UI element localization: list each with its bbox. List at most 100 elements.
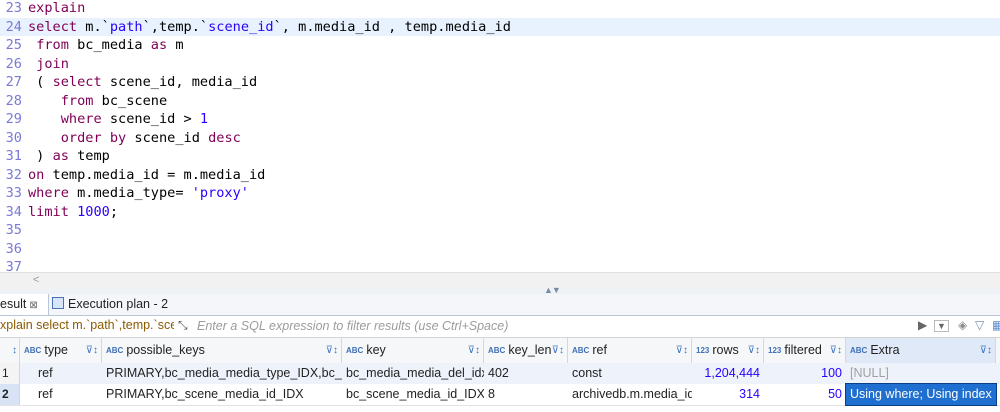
code-token: by [109, 129, 127, 146]
cell-rows[interactable]: 1,204,444 [692, 363, 764, 384]
table-row[interactable]: 1 ref PRIMARY,bc_media_media_type_IDX,bc… [0, 363, 1000, 384]
column-header-extra[interactable]: ABC Extra ⊽↕ [846, 338, 996, 363]
code-line[interactable]: 26 join [0, 55, 1000, 74]
results-grid[interactable]: ↕ ABC type ⊽↕ ABC possible_keys ⊽↕ ABC key ⊽↕ … [0, 338, 1000, 412]
filter-history-dropdown-icon[interactable]: ▼ [934, 320, 949, 332]
close-icon[interactable]: ⊠ [29, 300, 37, 311]
expand-filter-icon[interactable]: ⤡ [178, 318, 188, 333]
cell-extra-selected[interactable]: Using where; Using index [845, 383, 997, 406]
cell-key[interactable]: bc_media_media_del_idx [342, 363, 484, 384]
line-number: 23 [5, 0, 22, 16]
code-token: 'proxy' [191, 185, 249, 201]
code-token: m.media_type= [68, 185, 192, 201]
code-text: on temp.media_id = m.media_id [28, 166, 265, 185]
column-header-rows[interactable]: 123 rows ⊽↕ [692, 338, 764, 363]
filter-sort-icon[interactable]: ⊽↕ [86, 338, 98, 363]
line-number: 31 [5, 148, 22, 164]
cell-key[interactable]: bc_scene_media_id_IDX [342, 384, 484, 405]
filter-sort-icon[interactable]: ⊽↕ [468, 338, 480, 363]
code-token: where [60, 111, 102, 127]
code-token: 1 [199, 111, 209, 127]
code-line[interactable]: 23 explain [0, 0, 1000, 18]
table-row[interactable]: 2 ref PRIMARY,bc_scene_media_id_IDX bc_s… [0, 383, 1000, 406]
cell-type[interactable]: ref [34, 363, 102, 384]
code-line[interactable]: 27 ( select scene_id, media_id [0, 73, 1000, 92]
filter-sort-icon[interactable]: ⊽↕ [676, 338, 688, 363]
code-line[interactable]: 32 on temp.media_id = m.media_id [0, 166, 1000, 185]
filter-sort-icon[interactable]: ⊽↕ [326, 338, 338, 363]
code-token: scene_id [126, 129, 209, 146]
line-number: 24 [5, 18, 22, 35]
column-header-key-len[interactable]: ABC key_len ⊽↕ [484, 338, 568, 363]
text-type-icon: ABC [346, 346, 364, 355]
code-line[interactable]: 29 where scene_id > 1 [0, 110, 1000, 129]
code-line[interactable]: 36 [0, 240, 1000, 259]
play-icon[interactable]: ▶ [918, 318, 927, 332]
code-token: select [28, 18, 78, 35]
tab-execution-plan[interactable]: Execution plan - 2 [52, 294, 168, 315]
line-number: 28 [5, 92, 22, 109]
cell-filtered[interactable]: 100 [764, 363, 846, 384]
query-text[interactable]: xplain select m.`path`,temp.`scer [0, 318, 174, 332]
sort-icon[interactable]: ↕ [12, 338, 17, 363]
text-type-icon: ABC [106, 346, 124, 355]
cell-ref[interactable]: const [568, 363, 692, 384]
column-header-type[interactable]: ABC type ⊽↕ [20, 338, 102, 363]
code-token: from [60, 92, 94, 109]
code-token: ) [28, 148, 53, 164]
line-number: 30 [5, 129, 22, 146]
row-number[interactable]: 2 [0, 384, 20, 405]
filter-input[interactable] [197, 316, 902, 336]
code-line[interactable]: 30 order by scene_id desc [0, 129, 1000, 148]
cell-rows[interactable]: 314 [692, 384, 764, 405]
filter-sort-icon[interactable]: ⊽↕ [980, 338, 992, 363]
code-line[interactable]: 24 select m.`path`,temp.`scene_id`, m.med… [0, 17, 1000, 36]
grid-header: ↕ ABC type ⊽↕ ABC possible_keys ⊽↕ ABC key ⊽↕ … [0, 338, 1000, 364]
sql-editor[interactable]: 23 explain 24 select m.`path`,temp.`scene_i… [0, 0, 1000, 272]
code-line[interactable]: 35 [0, 221, 1000, 240]
code-token: desc [208, 129, 241, 146]
row-number[interactable]: 1 [0, 363, 20, 384]
column-header-key[interactable]: ABC key ⊽↕ [342, 338, 484, 363]
line-number: 32 [5, 166, 22, 183]
code-line[interactable]: 25 from bc_media as m [0, 36, 1000, 55]
eraser-icon[interactable]: ◈ [958, 318, 967, 332]
tab-result[interactable]: esult ⊠ [0, 294, 49, 315]
editor-horizontal-scrollbar[interactable]: < [0, 272, 1000, 290]
line-number: 29 [5, 111, 22, 127]
code-line[interactable]: 28 from bc_scene [0, 92, 1000, 111]
cell-key-len[interactable]: 402 [484, 363, 568, 384]
results-tab-bar: esult ⊠ Execution plan - 2 [0, 294, 1000, 316]
scroll-left-icon[interactable]: < [33, 274, 39, 286]
filter-settings-icon[interactable]: ▽ [975, 318, 984, 332]
cell-filtered[interactable]: 50 [764, 384, 846, 405]
column-label: key [366, 343, 386, 357]
column-header-ref[interactable]: ABC ref ⊽↕ [568, 338, 692, 363]
code-line[interactable]: 34 limit 1000; [0, 203, 1000, 222]
cell-key-len[interactable]: 8 [484, 384, 568, 405]
column-header-filtered[interactable]: 123 filtered ⊽↕ [764, 338, 846, 363]
code-text: from bc_media as m [28, 36, 183, 55]
column-label: filtered [784, 343, 822, 357]
cell-possible-keys[interactable]: PRIMARY,bc_scene_media_id_IDX [102, 384, 342, 405]
column-header-possible-keys[interactable]: ABC possible_keys ⊽↕ [102, 338, 342, 363]
code-line[interactable]: 37 [0, 258, 1000, 272]
code-line[interactable]: 31 ) as temp [0, 147, 1000, 166]
code-token: scene_id, media_id [101, 74, 258, 90]
filter-sort-icon[interactable]: ⊽↕ [748, 338, 760, 363]
code-line[interactable]: 33 where m.media_type= 'proxy' [0, 184, 1000, 203]
code-token: select [52, 74, 102, 90]
code-token: bc_media [68, 37, 151, 53]
filter-sort-icon[interactable]: ⊽↕ [552, 338, 564, 363]
cell-ref[interactable]: archivedb.m.media_id [568, 384, 692, 405]
code-text: ) as temp [28, 147, 110, 166]
filter-sort-icon[interactable]: ⊽↕ [830, 338, 842, 363]
code-token: as [52, 148, 69, 164]
cell-possible-keys[interactable]: PRIMARY,bc_media_media_type_IDX,bc_mec [102, 363, 342, 384]
cell-extra[interactable]: [NULL] [846, 363, 996, 384]
code-token: temp.media_id = m.media_id [44, 166, 266, 183]
cell-type[interactable]: ref [34, 384, 102, 405]
grid-icon[interactable]: ▦ [992, 318, 1000, 332]
